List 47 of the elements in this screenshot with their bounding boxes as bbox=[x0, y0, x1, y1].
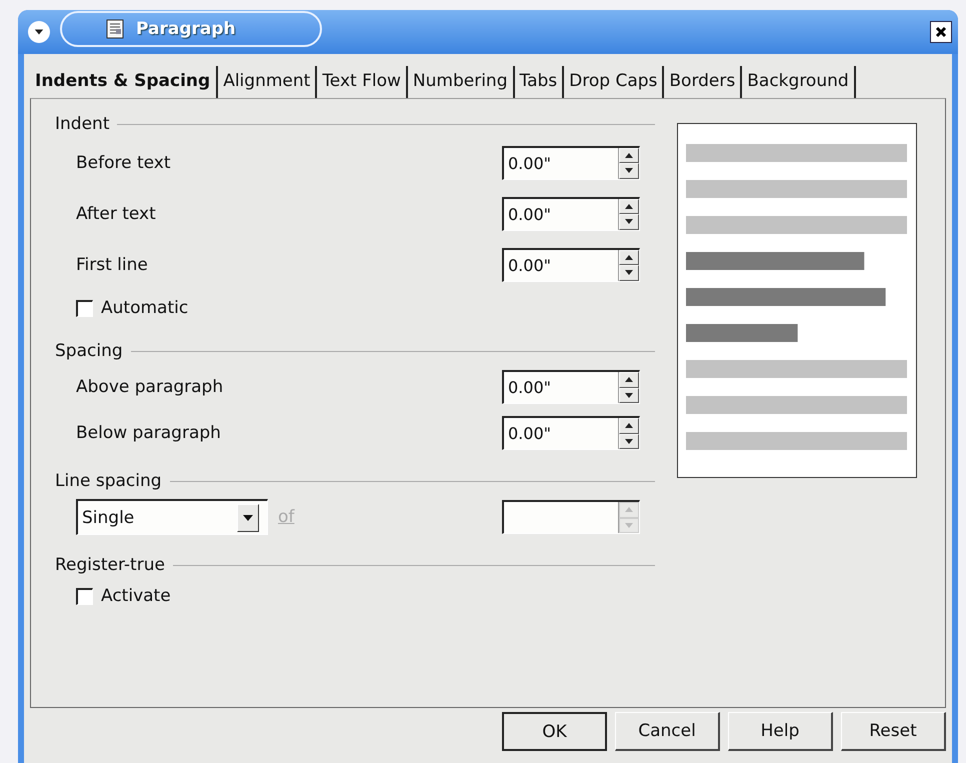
up-arrow-icon[interactable] bbox=[625, 204, 633, 209]
close-button[interactable] bbox=[930, 21, 952, 43]
up-arrow-icon[interactable] bbox=[625, 152, 633, 158]
spin-field[interactable]: 0.00" bbox=[502, 196, 640, 230]
group-heading: Register-true bbox=[55, 555, 165, 575]
up-arrow-icon[interactable] bbox=[625, 377, 633, 382]
checkbox[interactable]: Automatic bbox=[76, 298, 188, 318]
spin-field[interactable]: 0.00" bbox=[502, 416, 640, 450]
down-arrow-icon[interactable] bbox=[625, 168, 633, 174]
window-title: Paragraph bbox=[136, 19, 236, 39]
tab[interactable]: Alignment bbox=[218, 66, 318, 98]
spin-field[interactable]: 0.00" bbox=[502, 146, 640, 180]
field-label: After text bbox=[76, 204, 157, 224]
field-label: Below paragraph bbox=[76, 423, 222, 443]
up-arrow-icon[interactable] bbox=[625, 254, 633, 260]
tab[interactable]: Text Flow bbox=[317, 66, 408, 98]
tab[interactable]: Borders bbox=[664, 66, 742, 98]
checkbox[interactable]: Activate bbox=[76, 586, 171, 606]
tab[interactable]: Tabs bbox=[514, 66, 564, 98]
down-arrow-icon bbox=[243, 514, 253, 520]
dialog-button[interactable]: Help bbox=[728, 712, 833, 751]
dropdown[interactable]: Single bbox=[76, 499, 268, 535]
window-menu-button[interactable] bbox=[28, 21, 50, 43]
tab[interactable]: Numbering bbox=[408, 66, 514, 98]
tab[interactable]: Indents & Spacing bbox=[30, 66, 218, 98]
field-label: Before text bbox=[76, 152, 172, 172]
dialog-button[interactable]: OK bbox=[502, 712, 607, 751]
down-arrow-icon[interactable] bbox=[625, 270, 633, 276]
document-icon bbox=[106, 19, 124, 39]
down-arrow-icon[interactable] bbox=[625, 219, 633, 224]
down-arrow-icon[interactable] bbox=[625, 438, 633, 444]
tab[interactable]: Background bbox=[742, 66, 856, 98]
down-arrow-icon bbox=[34, 28, 44, 36]
group-heading: Indent bbox=[55, 114, 110, 134]
field-label: of bbox=[278, 507, 296, 527]
close-icon bbox=[935, 26, 947, 38]
spin-field[interactable]: 0.00" bbox=[502, 370, 640, 404]
group-heading: Line spacing bbox=[55, 471, 162, 491]
group-heading: Spacing bbox=[55, 341, 123, 361]
field-label: First line bbox=[76, 254, 149, 274]
field-label: Above paragraph bbox=[76, 377, 224, 397]
down-arrow-icon[interactable] bbox=[625, 392, 633, 398]
tab[interactable]: Drop Caps bbox=[564, 66, 664, 98]
spin-field[interactable]: 0.00" bbox=[502, 248, 640, 282]
up-arrow-icon[interactable] bbox=[625, 423, 633, 428]
dialog-button[interactable]: Reset bbox=[841, 712, 946, 751]
dialog-button[interactable]: Cancel bbox=[615, 712, 720, 751]
